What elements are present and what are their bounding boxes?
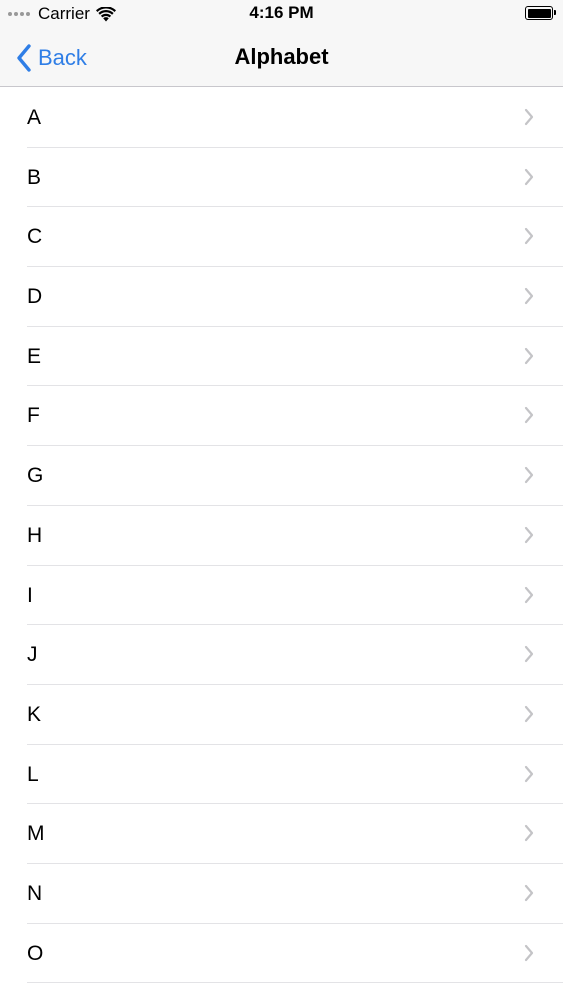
chevron-right-icon: [524, 407, 534, 424]
chevron-right-icon: [524, 705, 534, 722]
chevron-right-icon: [524, 108, 534, 126]
battery-tip: [554, 10, 556, 15]
list-item[interactable]: J: [0, 625, 563, 685]
battery-icon: [525, 6, 556, 20]
chevron-right-icon: [524, 884, 534, 902]
list-item-label: J: [27, 643, 38, 667]
status-bar: Carrier 4:16 PM: [0, 0, 563, 28]
chevron-right-icon: [524, 765, 534, 782]
chevron-right-icon: [524, 467, 534, 484]
list-item[interactable]: E: [0, 327, 563, 387]
alphabet-list: A B C D E F G H I J K L M N O: [0, 88, 563, 984]
list-item[interactable]: F: [0, 386, 563, 446]
chevron-right-icon: [524, 526, 534, 543]
list-item-label: C: [27, 225, 43, 249]
list-item[interactable]: L: [0, 745, 563, 805]
chevron-right-icon: [524, 168, 534, 185]
list-item[interactable]: H: [0, 506, 563, 566]
list-item[interactable]: N: [0, 864, 563, 924]
chevron-right-icon: [524, 287, 534, 305]
chevron-right-icon: [524, 825, 534, 842]
chevron-right-icon: [524, 586, 534, 603]
list-item-label: K: [27, 702, 42, 726]
page-title: Alphabet: [234, 44, 329, 69]
chevron-right-icon: [524, 646, 534, 663]
list-item-label: A: [27, 106, 42, 129]
list-item-label: O: [27, 941, 44, 965]
battery-fill: [527, 8, 551, 18]
list-item[interactable]: I: [0, 566, 563, 626]
list-item-label: D: [27, 285, 43, 309]
list-item[interactable]: O: [0, 924, 563, 984]
list-item-label: H: [27, 523, 43, 547]
chevron-right-icon: [524, 228, 534, 245]
list-item-label: M: [27, 822, 45, 846]
list-item[interactable]: M: [0, 804, 563, 864]
status-time: 4:16 PM: [249, 3, 314, 22]
list-item[interactable]: D: [0, 267, 563, 327]
list-item-label: F: [27, 404, 40, 428]
list-item-label: N: [27, 881, 43, 905]
list-item-label: I: [27, 583, 33, 607]
list-item[interactable]: C: [0, 207, 563, 267]
list-item[interactable]: B: [0, 148, 563, 208]
list-item[interactable]: K: [0, 685, 563, 745]
navigation-bar: Back Alphabet: [0, 28, 563, 87]
list-item-label: B: [27, 165, 42, 189]
list-item-label: G: [27, 464, 44, 488]
list-item[interactable]: A: [0, 88, 563, 148]
list-item[interactable]: G: [0, 446, 563, 506]
list-item-label: E: [27, 344, 42, 368]
chevron-right-icon: [524, 347, 534, 364]
chevron-right-icon: [524, 944, 534, 961]
list-item-label: L: [27, 762, 39, 786]
